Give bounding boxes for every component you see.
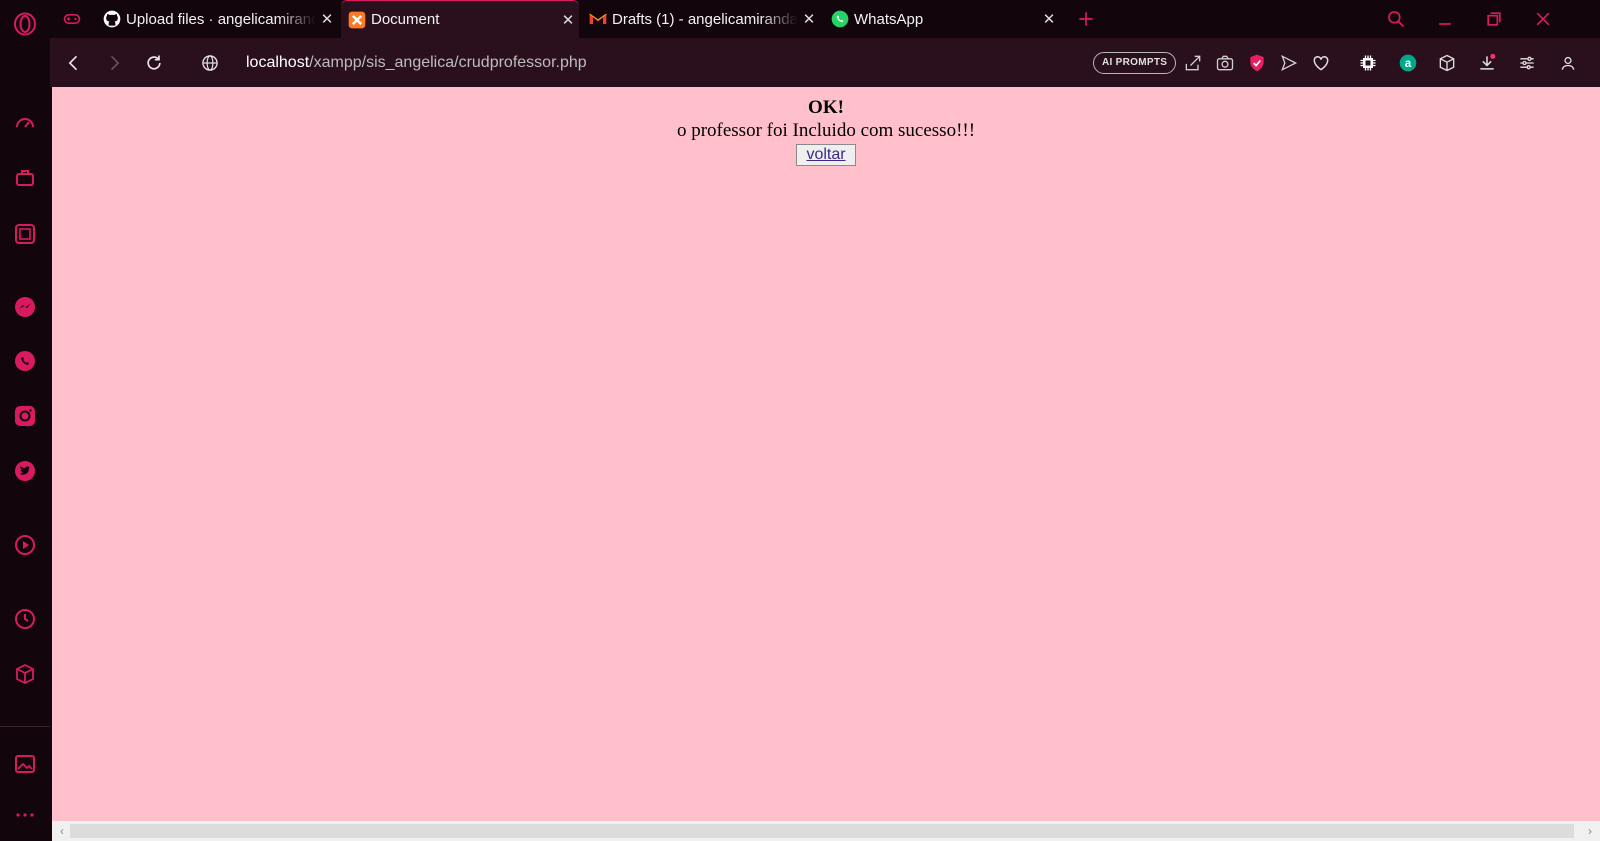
tab-document-title: Document <box>371 11 440 28</box>
downloads-icon[interactable] <box>1474 50 1500 76</box>
page-heading: OK! <box>808 97 844 118</box>
address-toolbar: localhost/xampp/sis_angelica/crudprofess… <box>50 38 1600 87</box>
back-button[interactable]: voltar <box>796 144 856 166</box>
extensions-icon[interactable] <box>10 659 40 689</box>
url-path: /xampp/sis_angelica/crudprofessor.php <box>309 54 587 71</box>
profile-icon[interactable] <box>1555 50 1581 76</box>
github-icon <box>102 9 122 29</box>
forward-icon[interactable] <box>101 50 127 76</box>
tab-whatsapp-title: WhatsApp <box>854 10 924 28</box>
ai-prompts-button[interactable]: AI PROMPTS <box>1093 52 1177 74</box>
heart-icon[interactable] <box>1308 50 1334 76</box>
whatsapp-icon <box>830 9 850 29</box>
chip-extension-icon[interactable] <box>1355 50 1381 76</box>
page-content: OK! o professor foi Incluido com sucesso… <box>52 87 1600 166</box>
history-icon[interactable] <box>10 604 40 634</box>
tab-strip: Upload files · angelicamiranda ✕ Documen… <box>50 0 1600 38</box>
share-icon[interactable] <box>1180 50 1206 76</box>
aria-icon[interactable] <box>10 219 40 249</box>
close-icon[interactable]: ✕ <box>798 8 820 30</box>
snapshot-icon[interactable] <box>1212 50 1238 76</box>
whatsapp-icon[interactable] <box>10 346 40 376</box>
gmail-icon <box>588 9 608 29</box>
success-message: o professor foi Incluido com sucesso!!! <box>676 120 976 141</box>
address-field[interactable]: localhost/xampp/sis_angelica/crudprofess… <box>246 51 587 75</box>
search-tabs-icon[interactable] <box>1384 7 1408 31</box>
minimize-icon[interactable] <box>1433 7 1457 31</box>
send-icon[interactable] <box>1276 50 1302 76</box>
extensions-cube-icon[interactable] <box>1434 50 1460 76</box>
svg-text:a: a <box>1405 57 1412 70</box>
reload-icon[interactable] <box>141 50 167 76</box>
tab-document[interactable]: Document ✕ <box>341 0 579 38</box>
xampp-icon <box>347 10 367 30</box>
opera-logo-icon[interactable] <box>10 9 40 39</box>
close-icon[interactable]: ✕ <box>557 9 579 31</box>
url-host: localhost <box>246 54 310 71</box>
adblock-shield-icon[interactable] <box>1244 50 1270 76</box>
close-window-icon[interactable] <box>1531 7 1555 31</box>
page-viewport: OK! o professor foi Incluido com sucesso… <box>52 87 1600 821</box>
messenger-icon[interactable] <box>10 292 40 322</box>
twitter-icon[interactable] <box>10 456 40 486</box>
pinboard-icon[interactable] <box>10 749 40 779</box>
tab-whatsapp[interactable]: WhatsApp ✕ <box>830 0 1060 38</box>
tab-gmail[interactable]: Drafts (1) - angelicamiranda ✕ <box>588 0 820 38</box>
browser-window: Upload files · angelicamiranda ✕ Documen… <box>0 0 1600 841</box>
instagram-icon[interactable] <box>10 401 40 431</box>
close-icon[interactable]: ✕ <box>1038 8 1060 30</box>
new-tab-icon[interactable] <box>1074 7 1098 31</box>
sidebar-divider <box>0 726 50 727</box>
back-icon[interactable] <box>61 50 87 76</box>
workspace-gaming-icon[interactable] <box>60 7 84 31</box>
scroll-right-icon[interactable]: › <box>1582 823 1598 839</box>
tab-github[interactable]: Upload files · angelicamiranda ✕ <box>102 0 338 38</box>
a-extension-icon[interactable]: a <box>1395 50 1421 76</box>
scrollbar-thumb[interactable] <box>70 824 1574 838</box>
easy-setup-icon[interactable] <box>1514 50 1540 76</box>
site-info-icon[interactable] <box>197 50 223 76</box>
scroll-left-icon[interactable]: ‹ <box>54 823 70 839</box>
tab-github-title: Upload files · angelicamiranda <box>126 10 316 28</box>
more-icon[interactable] <box>10 800 40 830</box>
sidebar <box>0 0 50 841</box>
speed-dial-icon[interactable] <box>10 108 40 138</box>
close-icon[interactable]: ✕ <box>316 8 338 30</box>
gaming-icon[interactable] <box>10 163 40 193</box>
player-icon[interactable] <box>10 530 40 560</box>
restore-icon[interactable] <box>1482 7 1506 31</box>
tab-gmail-title: Drafts (1) - angelicamiranda <box>612 10 798 28</box>
horizontal-scrollbar[interactable]: ‹ › <box>52 821 1600 841</box>
